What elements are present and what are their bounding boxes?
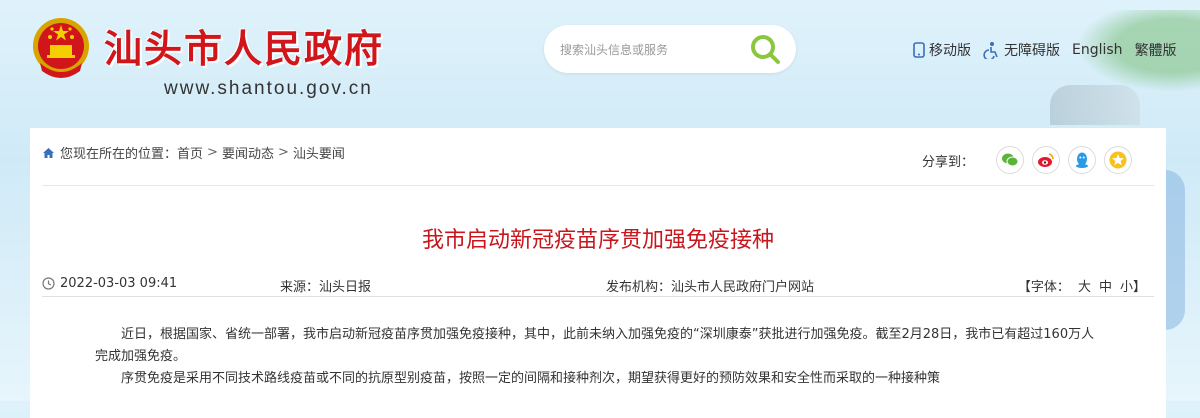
wechat-share-button[interactable] bbox=[996, 146, 1024, 174]
font-size-close: 】 bbox=[1132, 280, 1146, 295]
share-label: 分享到： bbox=[921, 154, 974, 170]
clock-icon bbox=[42, 277, 55, 290]
breadcrumb-home[interactable]: 首页 bbox=[177, 143, 203, 162]
traditional-chinese-link[interactable]: 繁體版 bbox=[1135, 40, 1177, 60]
article-source: 来源：汕头日报 bbox=[280, 280, 372, 295]
breadcrumb-shantou-news[interactable]: 汕头要闻 bbox=[293, 143, 345, 162]
traditional-chinese-label: 繁體版 bbox=[1134, 43, 1177, 59]
article-body: 近日，根据国家、省统一部署，我市启动新冠疫苗序贯加强免疫接种，其中，此前未纳入加… bbox=[95, 324, 1105, 390]
qq-icon bbox=[1076, 152, 1088, 168]
breadcrumb-news[interactable]: 要闻动态 bbox=[222, 143, 274, 162]
mobile-version-label: 移动版 bbox=[929, 43, 971, 59]
article-paragraph: 近日，根据国家、省统一部署，我市启动新冠疫苗序贯加强免疫接种，其中，此前未纳入加… bbox=[95, 327, 1095, 364]
english-link[interactable]: English bbox=[1072, 42, 1123, 58]
search-box bbox=[544, 25, 796, 73]
breadcrumb-separator: > bbox=[277, 145, 289, 160]
search-icon[interactable] bbox=[748, 32, 782, 66]
breadcrumb-separator: > bbox=[207, 145, 218, 160]
breadcrumb-divider bbox=[42, 185, 1154, 186]
mobile-version-link[interactable]: 移动版 bbox=[912, 40, 971, 60]
breadcrumb: 您现在所在的位置： 首页 > 要闻动态 > 汕头要闻 bbox=[42, 143, 345, 162]
home-icon bbox=[43, 147, 54, 158]
star-icon bbox=[1109, 151, 1127, 169]
weibo-icon bbox=[1038, 153, 1054, 167]
favorite-share-button[interactable] bbox=[1104, 146, 1132, 174]
site-url[interactable]: www.shantou.gov.cn bbox=[164, 78, 373, 100]
national-emblem-icon bbox=[33, 18, 89, 78]
article-publisher: 发布机构：汕头市人民政府门户网站 bbox=[606, 280, 815, 295]
accessibility-label: 无障碍版 bbox=[1004, 43, 1060, 59]
top-links: 移动版 无障碍版 English 繁體版 bbox=[912, 40, 1189, 60]
article-title: 我市启动新冠疫苗序贯加强免疫接种 bbox=[421, 228, 774, 253]
qq-share-button[interactable] bbox=[1068, 146, 1096, 174]
search-input[interactable] bbox=[558, 37, 742, 63]
accessibility-icon bbox=[983, 42, 998, 59]
publish-date-text: 2022-03-03 09:41 bbox=[60, 276, 178, 291]
wechat-icon bbox=[1002, 153, 1019, 167]
font-size-label: 【字体： bbox=[1017, 280, 1070, 295]
font-size-control: 【字体： 大 中 小 】 bbox=[1018, 276, 1146, 295]
accessibility-link[interactable]: 无障碍版 bbox=[983, 40, 1060, 60]
meta-divider bbox=[42, 296, 1154, 297]
mobile-icon bbox=[913, 42, 925, 58]
site-header: 汕头市人民政府 www.shantou.gov.cn 移动版 无障碍版 Engl… bbox=[0, 0, 1200, 125]
breadcrumb-prefix: 您现在所在的位置： bbox=[60, 147, 178, 162]
share-bar: 分享到： bbox=[922, 146, 1132, 174]
font-size-large-button[interactable]: 大 bbox=[1078, 276, 1091, 295]
font-size-small-button[interactable]: 小 bbox=[1120, 276, 1133, 295]
article-paragraph: 序贯免疫是采用不同技术路线疫苗或不同的抗原型别疫苗，按照一定的间隔和接种剂次，期… bbox=[121, 371, 941, 386]
english-label: English bbox=[1072, 42, 1123, 58]
font-size-medium-button[interactable]: 中 bbox=[1099, 276, 1112, 295]
weibo-share-button[interactable] bbox=[1032, 146, 1060, 174]
article-card: 您现在所在的位置： 首页 > 要闻动态 > 汕头要闻 分享到： 我市启动新冠疫苗… bbox=[30, 128, 1166, 418]
site-name[interactable]: 汕头市人民政府 bbox=[104, 18, 384, 73]
publish-date: 2022-03-03 09:41 bbox=[42, 276, 177, 291]
